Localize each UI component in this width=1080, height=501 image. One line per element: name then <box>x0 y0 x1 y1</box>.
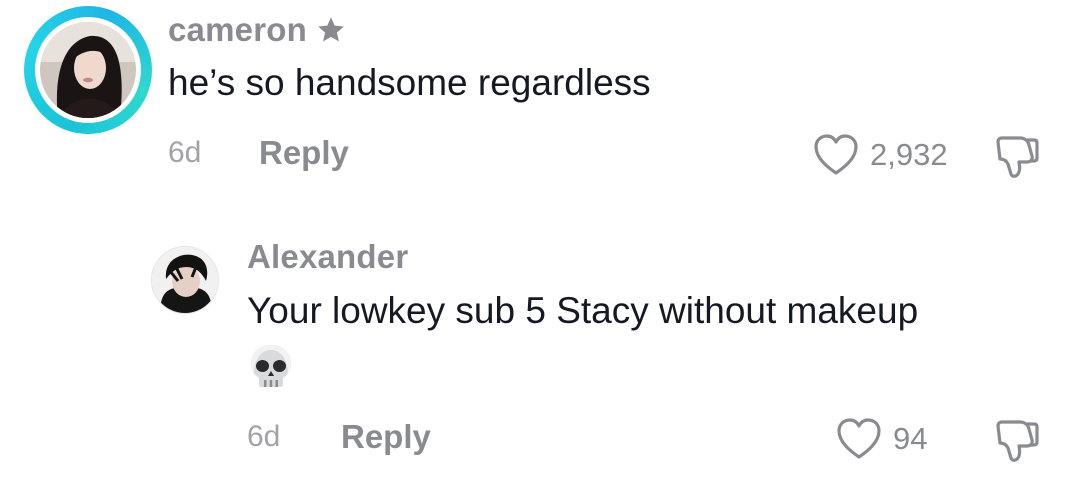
skull-icon <box>251 345 291 387</box>
comment-header: cameron <box>168 10 346 50</box>
dislike-icon[interactable] <box>992 134 1042 182</box>
heart-icon[interactable] <box>835 417 883 461</box>
comment-timestamp: 6d <box>168 136 202 169</box>
avatar[interactable] <box>40 22 136 118</box>
avatar[interactable] <box>151 246 219 314</box>
like-control[interactable]: 94 <box>835 414 927 464</box>
username[interactable]: cameron <box>168 11 307 49</box>
heart-icon[interactable] <box>812 133 860 177</box>
skull-emoji: 💀 <box>247 342 295 390</box>
star-icon <box>316 15 346 45</box>
like-control[interactable]: 2,932 <box>812 130 948 180</box>
reply-button[interactable]: Reply <box>341 418 431 456</box>
reply-thread-item: Alexander Your lowkey sub 5 Stacy withou… <box>0 230 1080 501</box>
reply-button[interactable]: Reply <box>259 134 349 172</box>
username[interactable]: Alexander <box>247 238 408 276</box>
comment-text: Your lowkey sub 5 Stacy without makeup <box>247 290 919 331</box>
like-count: 2,932 <box>870 137 948 172</box>
comment-timestamp: 6d <box>247 420 281 453</box>
like-count: 94 <box>893 421 928 456</box>
avatar-story-ring[interactable] <box>24 6 152 134</box>
dislike-icon[interactable] <box>992 418 1042 466</box>
comment-thread-item: cameron he’s so handsome regardless 6d R… <box>0 0 1080 200</box>
comment-text: he’s so handsome regardless <box>168 62 651 103</box>
